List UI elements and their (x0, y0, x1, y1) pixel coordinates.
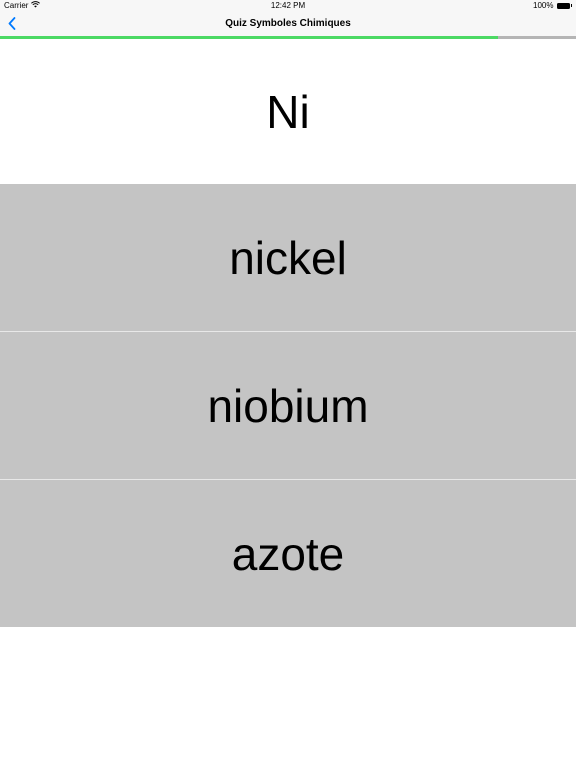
battery-icon (556, 2, 570, 9)
battery-fill (557, 3, 569, 8)
status-right: 100% (533, 0, 572, 11)
answer-button-2[interactable]: niobium (0, 331, 576, 479)
page-title: Quiz Symboles Chimiques (225, 18, 351, 29)
question-symbol: Ni (266, 85, 310, 138)
status-time: 12:42 PM (270, 1, 306, 10)
answer-button-3[interactable]: azote (0, 479, 576, 627)
battery-tip (570, 4, 572, 7)
answer-list: nickel niobium azote (0, 184, 576, 627)
status-bar: Carrier 12:42 PM 100% (0, 0, 576, 11)
answer-button-1[interactable]: nickel (0, 184, 576, 331)
quiz-screen: Carrier 12:42 PM 100% Quiz Symboles Chim… (0, 0, 576, 768)
navigation-bar: Quiz Symboles Chimiques (0, 11, 576, 36)
battery-percent: 100% (533, 1, 554, 10)
